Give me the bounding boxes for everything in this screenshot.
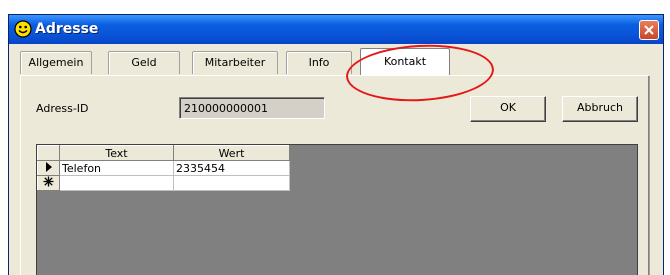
close-icon	[644, 25, 654, 35]
adress-id-field: 210000000001	[179, 97, 325, 119]
grid-corner-cell	[37, 145, 60, 161]
grid-header-row: Text Wert	[37, 145, 290, 161]
new-row-icon	[43, 176, 54, 187]
current-row-icon	[45, 161, 52, 172]
cell-text[interactable]	[59, 175, 174, 191]
contact-grid: Text Wert Telefon 2335454	[37, 145, 290, 191]
adress-id-label: Adress-ID	[36, 102, 89, 115]
row-selector[interactable]	[37, 160, 60, 176]
cell-wert[interactable]	[173, 175, 290, 191]
cell-text[interactable]: Telefon	[59, 160, 174, 176]
tab-allgemein[interactable]: Allgemein	[20, 51, 92, 74]
ok-button[interactable]: OK	[470, 96, 546, 122]
window-title: Adresse	[35, 21, 99, 37]
table-row[interactable]: Telefon 2335454	[37, 160, 290, 176]
smiley-icon	[14, 20, 32, 38]
tab-geld[interactable]: Geld	[108, 51, 180, 74]
cell-wert[interactable]: 2335454	[173, 160, 290, 176]
cancel-button[interactable]: Abbruch	[562, 96, 638, 122]
title-bar[interactable]: Adresse	[9, 15, 663, 44]
tab-mitarbeiter[interactable]: Mitarbeiter	[192, 51, 278, 74]
table-row[interactable]	[37, 175, 290, 191]
column-header-wert[interactable]: Wert	[173, 145, 290, 161]
column-header-text[interactable]: Text	[59, 145, 174, 161]
row-selector[interactable]	[37, 175, 60, 191]
tab-kontakt[interactable]: Kontakt	[360, 48, 450, 75]
tab-info[interactable]: Info	[286, 51, 352, 74]
close-button[interactable]	[639, 20, 659, 40]
